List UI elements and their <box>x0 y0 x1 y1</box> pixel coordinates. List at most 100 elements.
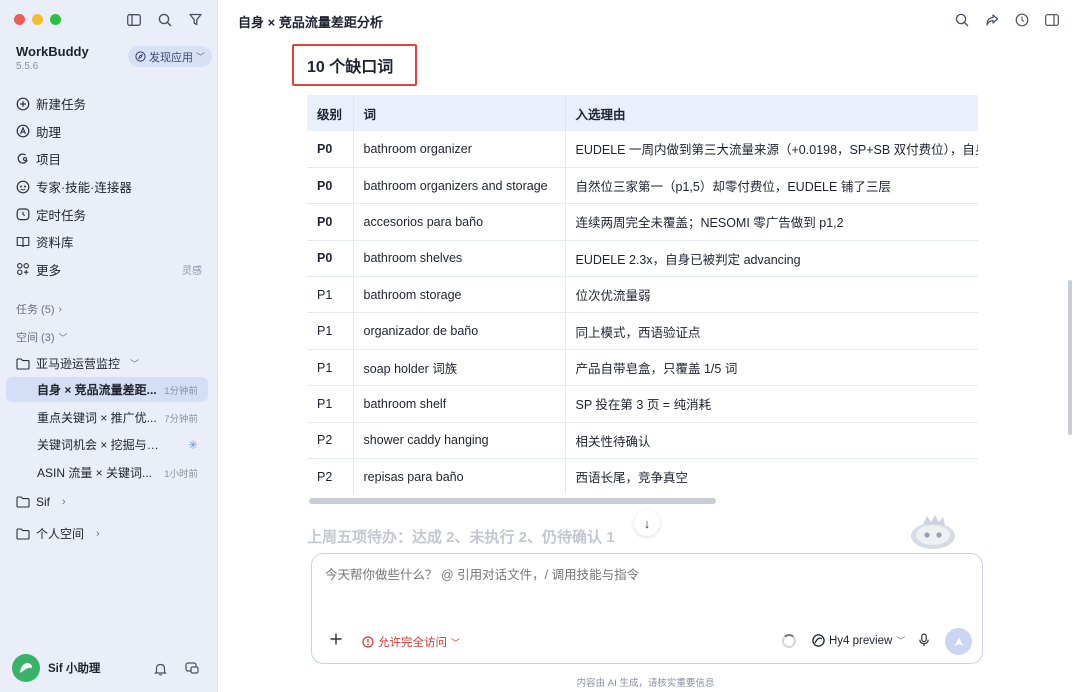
cell-level: P0 <box>307 167 354 205</box>
table-horizontal-scrollbar[interactable] <box>309 498 716 504</box>
discover-apps-button[interactable]: 发现应用 ﹀ <box>128 46 213 67</box>
nav-projects[interactable]: 项目 <box>16 145 202 173</box>
cell-level: P0 <box>307 240 354 278</box>
table-heading: 10 个缺口词 <box>292 44 417 86</box>
spaces-section-toggle[interactable]: 空间 (3) ﹀ <box>16 329 68 345</box>
task-item[interactable]: 重点关键词 × 推广优... 7分钟前 <box>6 405 208 430</box>
avatar <box>12 654 40 682</box>
book-icon <box>16 236 30 247</box>
gap-keywords-table: 级别 词 入选理由 P0 bathroom organizer EUDELE 一… <box>307 95 978 494</box>
cell-level: P1 <box>307 349 354 387</box>
nav-label: 助理 <box>36 125 62 140</box>
nav-experts[interactable]: 专家·技能·连接器 <box>16 173 202 201</box>
model-logo-icon <box>812 634 825 647</box>
folder-label: Sif <box>36 495 51 509</box>
inspiration-tag[interactable]: 灵感 <box>182 262 202 277</box>
cell-level: P0 <box>307 203 354 241</box>
chevron-right-icon: › <box>96 527 100 540</box>
column-header-reason: 入选理由 <box>565 95 978 131</box>
table-row: P2 repisas para baño 西语长尾，竞争真空 <box>307 458 978 494</box>
send-button[interactable] <box>945 628 972 655</box>
task-item[interactable]: ASIN 流量 × 关键词... 1小时前 <box>6 460 208 485</box>
history-clock-icon[interactable] <box>1013 11 1030 28</box>
chevron-down-icon: ﹀ <box>58 332 68 343</box>
chat-input[interactable] <box>325 568 925 582</box>
close-window-button[interactable] <box>14 14 25 25</box>
task-time: 1小时前 <box>164 468 198 480</box>
add-attachment-button[interactable] <box>329 631 343 649</box>
table-row: P1 organizador de baño 同上模式，西语验证点 <box>307 312 978 350</box>
window-controls <box>14 14 61 25</box>
cell-reason: EUDELE 一周内做到第三大流量来源（+0.0198，SP+SB 双付费位），… <box>565 131 978 168</box>
mascot-icon[interactable] <box>905 510 959 550</box>
project-icon <box>17 153 28 164</box>
full-access-toggle[interactable]: 允许完全访问 ﹀ <box>362 634 460 650</box>
folder-icon <box>16 496 30 508</box>
nav-label: 专家·技能·连接器 <box>36 181 132 196</box>
cell-reason: 产品自带皂盒，只覆盖 1/5 词 <box>565 349 978 387</box>
table-row: P1 soap holder 词族 产品自带皂盒，只覆盖 1/5 词 <box>307 349 978 387</box>
main-vertical-scrollbar[interactable] <box>1068 280 1072 435</box>
chevron-down-icon: ﹀ <box>896 636 906 646</box>
folder-sif[interactable]: Sif › <box>16 495 66 509</box>
folder-personal-space[interactable]: 个人空间 › <box>16 525 100 542</box>
folder-label: 个人空间 <box>36 527 85 541</box>
cell-level: P0 <box>307 131 354 168</box>
folder-icon <box>16 357 30 370</box>
model-selector[interactable]: Hy4 preview ﹀ <box>812 634 905 647</box>
nav-label: 项目 <box>36 153 62 168</box>
task-item[interactable]: 关键词机会 × 挖掘与词... ✳ <box>6 432 208 457</box>
cell-word: accesorios para baño <box>353 203 566 241</box>
chevron-down-icon: ﹀ <box>196 52 206 62</box>
tasks-section-toggle[interactable]: 任务 (5) › <box>16 301 62 317</box>
cell-reason: 位次优流量弱 <box>565 276 978 314</box>
next-section-heading: 上周五项待办：达成 2、未执行 2、仍待确认 1 <box>307 529 615 546</box>
user-profile[interactable]: Sif 小助理 <box>12 654 100 682</box>
nav-label: 资料库 <box>36 236 74 251</box>
column-header-word: 词 <box>353 95 566 131</box>
nav-new-task[interactable]: 新建任务 <box>16 90 202 118</box>
nav-more[interactable]: 更多 灵感 <box>16 256 202 284</box>
cell-word: bathroom organizer <box>353 131 566 168</box>
cell-reason: 西语长尾，竞争真空 <box>565 458 978 494</box>
chevron-down-icon: ﹀ <box>130 359 140 369</box>
task-name: 自身 × 竞品流量差距... <box>37 383 157 397</box>
microphone-icon[interactable] <box>918 633 930 650</box>
nav-label: 新建任务 <box>36 98 87 113</box>
sidebar-nav: 新建任务 助理 项目 专家·技能·连接器 定时任务 资料库 更多 灵感 <box>16 90 202 283</box>
cell-word: shower caddy hanging <box>353 422 566 460</box>
loading-spinner-icon <box>782 634 796 648</box>
folder-amazon-monitoring[interactable]: 亚马逊运营监控 ﹀ <box>16 355 139 372</box>
task-item-active[interactable]: 自身 × 竞品流量差距... 1分钟前 <box>6 377 208 402</box>
table-row: P1 bathroom shelf SP 投在第 3 页 = 纯消耗 <box>307 385 978 423</box>
chat-bubble-icon[interactable] <box>183 660 200 677</box>
zoom-window-button[interactable] <box>50 14 61 25</box>
nav-assistant[interactable]: 助理 <box>16 118 202 146</box>
plus-circle-icon <box>16 97 30 111</box>
alert-circle-icon <box>362 636 374 648</box>
cell-word: repisas para baño <box>353 458 566 494</box>
search-icon[interactable] <box>156 11 173 28</box>
compass-icon <box>135 51 146 62</box>
search-icon[interactable] <box>953 11 970 28</box>
task-time: 7分钟前 <box>164 413 198 425</box>
page-title: 自身 × 竞品流量差距分析 <box>238 15 383 30</box>
chat-composer: 允许完全访问 ﹀ Hy4 preview ﹀ <box>311 553 983 664</box>
bell-icon[interactable] <box>152 660 169 677</box>
task-name: 关键词机会 × 挖掘与词... <box>37 438 162 452</box>
scroll-to-bottom-button[interactable]: ↓ <box>634 510 660 536</box>
filter-icon[interactable] <box>187 11 204 28</box>
panel-toggle-icon[interactable] <box>1043 11 1060 28</box>
cell-word: bathroom storage <box>353 276 566 314</box>
sidebar-toggle-icon[interactable] <box>125 11 142 28</box>
tasks-section-label: 任务 (5) <box>16 304 55 316</box>
minimize-window-button[interactable] <box>32 14 43 25</box>
share-icon[interactable] <box>983 11 1000 28</box>
column-header-level: 级别 <box>307 95 354 131</box>
nav-scheduled-tasks[interactable]: 定时任务 <box>16 200 202 228</box>
table-row: P0 bathroom organizer EUDELE 一周内做到第三大流量来… <box>307 131 978 168</box>
nav-library[interactable]: 资料库 <box>16 228 202 256</box>
chevron-down-icon: ﹀ <box>451 637 461 648</box>
ai-disclaimer: 内容由 AI 生成，请核实重要信息 <box>576 678 715 689</box>
spaces-section-label: 空间 (3) <box>16 332 55 344</box>
